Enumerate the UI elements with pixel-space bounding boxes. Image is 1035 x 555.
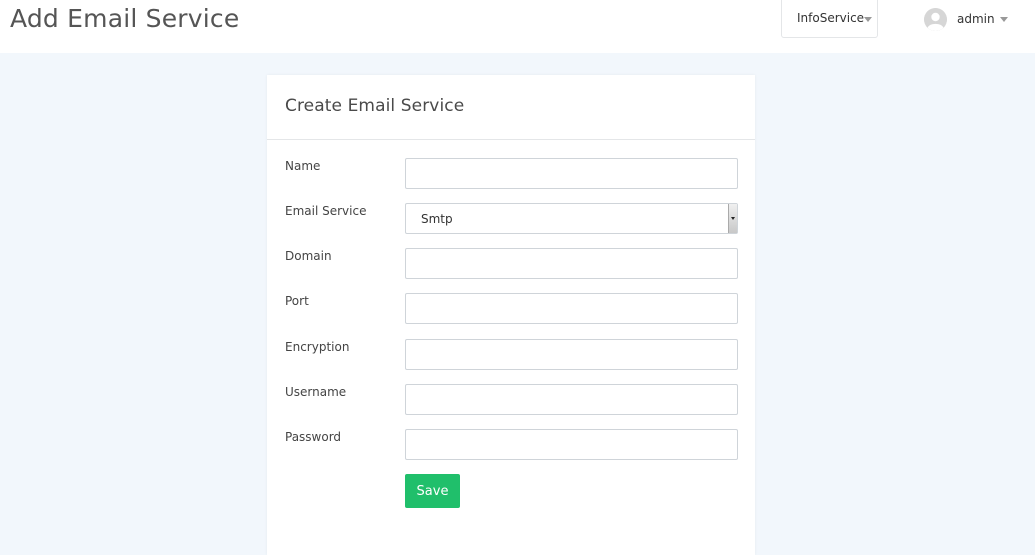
chevron-down-icon	[864, 17, 872, 22]
tenant-dropdown[interactable]: InfoService	[781, 0, 878, 38]
password-label: Password	[285, 430, 342, 444]
page-title: Add Email Service	[10, 4, 240, 33]
card-title: Create Email Service	[285, 96, 465, 116]
password-input[interactable]	[405, 429, 738, 460]
email-service-selected-value: Smtp	[421, 212, 453, 226]
email-service-label: Email Service	[285, 204, 367, 218]
card-header: Create Email Service	[267, 75, 755, 140]
port-label: Port	[285, 294, 309, 308]
username-label: Username	[285, 385, 347, 399]
user-menu[interactable]: admin	[922, 6, 1014, 32]
create-email-service-card: Create Email Service Name Email Service …	[267, 75, 755, 555]
user-avatar-icon	[924, 8, 947, 31]
domain-input[interactable]	[405, 248, 738, 279]
save-button[interactable]: Save	[405, 474, 460, 508]
form-row-email-service: Email Service Smtp	[267, 203, 755, 235]
username-input[interactable]	[405, 384, 738, 415]
form-row-name: Name	[267, 158, 755, 190]
form-row-port: Port	[267, 293, 755, 325]
top-navbar: Add Email Service InfoService admin	[0, 0, 1035, 53]
encryption-input[interactable]	[405, 339, 738, 370]
form-row-domain: Domain	[267, 248, 755, 280]
domain-label: Domain	[285, 249, 332, 263]
form-row-username: Username	[267, 384, 755, 416]
encryption-label: Encryption	[285, 340, 350, 354]
name-input[interactable]	[405, 158, 738, 189]
email-service-select[interactable]: Smtp	[405, 203, 738, 234]
form-row-password: Password	[267, 429, 755, 461]
form-row-encryption: Encryption	[267, 339, 755, 371]
tenant-dropdown-label: InfoService	[797, 11, 865, 25]
user-name: admin	[957, 12, 995, 26]
select-arrow-icon	[728, 204, 737, 233]
name-label: Name	[285, 159, 321, 173]
port-input[interactable]	[405, 293, 738, 324]
chevron-down-icon	[1000, 17, 1008, 22]
